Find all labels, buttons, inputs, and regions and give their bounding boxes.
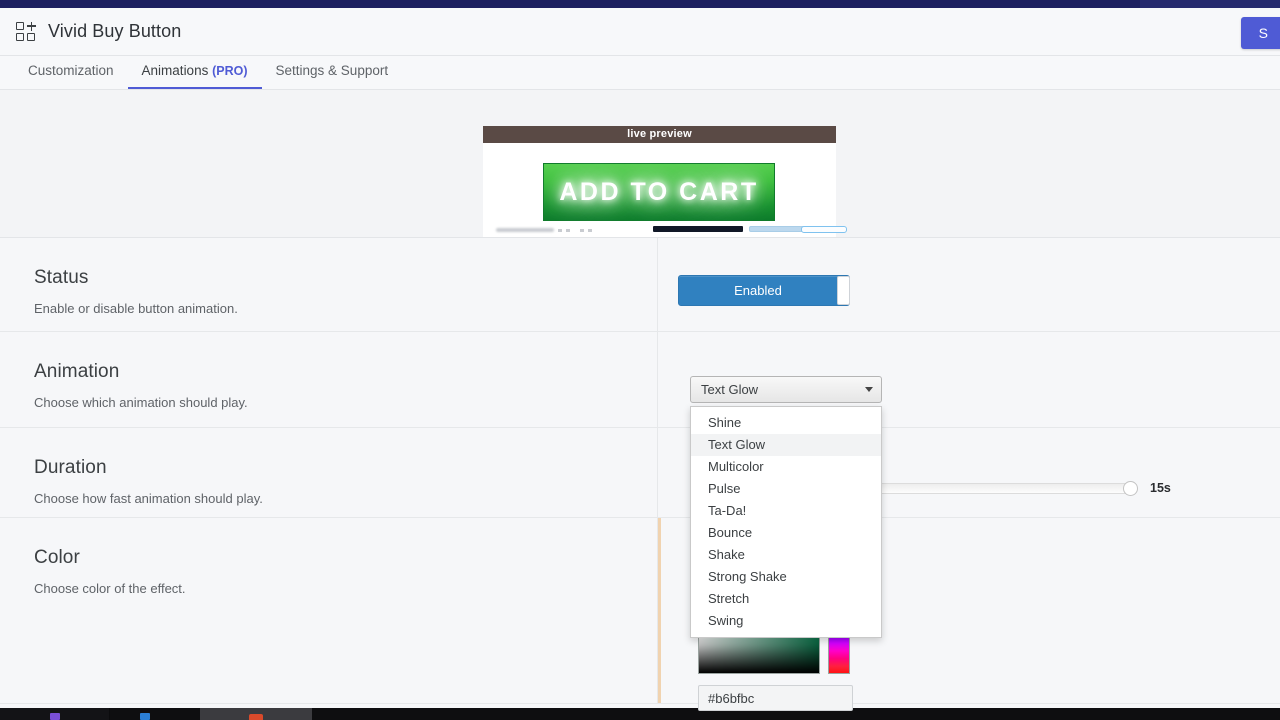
tab-animations-label: Animations (141, 63, 213, 78)
animation-option-stretch[interactable]: Stretch (691, 588, 881, 610)
animation-option-text-glow[interactable]: Text Glow (691, 434, 881, 456)
taskbar-active-window[interactable] (200, 708, 312, 720)
animation-option-multicolor[interactable]: Multicolor (691, 456, 881, 478)
row-status-title: Status (34, 267, 89, 288)
animation-select[interactable]: Text Glow (690, 376, 882, 403)
tab-customization[interactable]: Customization (14, 63, 128, 89)
row-duration-desc: Choose how fast animation should play. (34, 491, 263, 506)
row-status-desc: Enable or disable button animation. (34, 301, 238, 316)
tab-settings-support-label: Settings & Support (275, 63, 389, 78)
color-hue-slider[interactable] (828, 634, 850, 674)
preview-body: ADD TO CART (483, 143, 847, 237)
os-top-bar-segment (1140, 0, 1280, 8)
app-root: Vivid Buy Button S Customization Animati… (0, 0, 1280, 720)
tab-customization-label: Customization (28, 63, 114, 78)
color-hex-input[interactable] (698, 685, 853, 711)
animation-option-strong-shake[interactable]: Strong Shake (691, 566, 881, 588)
animation-option-shake[interactable]: Shake (691, 544, 881, 566)
row-color-desc: Choose color of the effect. (34, 581, 186, 596)
preview-add-to-cart-button[interactable]: ADD TO CART (543, 163, 775, 221)
app-header: Vivid Buy Button S (0, 8, 1280, 56)
row-duration-title: Duration (34, 457, 107, 478)
row-status: Status Enable or disable button animatio… (0, 238, 1280, 332)
duration-slider-handle[interactable] (1123, 480, 1138, 496)
os-taskbar (0, 708, 1280, 720)
taskbar-icon[interactable] (140, 713, 150, 720)
row-animation: Animation Choose which animation should … (0, 332, 1280, 428)
animation-dropdown-list[interactable]: Shine Text Glow Multicolor Pulse Ta-Da! Bounc… (690, 406, 882, 638)
taskbar-app-icon (249, 714, 263, 720)
animation-option-bounce[interactable]: Bounce (691, 522, 881, 544)
row-color-title: Color (34, 547, 80, 568)
settings-rows: Status Enable or disable button animatio… (0, 238, 1280, 711)
row-duration-left: Duration Choose how fast animation shoul… (0, 428, 658, 517)
row-animation-title: Animation (34, 361, 120, 382)
preview-add-to-cart-label: ADD TO CART (559, 177, 759, 206)
row-color-left: Color Choose color of the effect. (0, 518, 658, 703)
color-picker-row (698, 634, 858, 674)
animation-option-swing[interactable]: Swing (691, 610, 881, 632)
status-toggle-label: Enabled (734, 283, 782, 298)
row-animation-desc: Choose which animation should play. (34, 395, 248, 410)
row-status-left: Status Enable or disable button animatio… (0, 238, 658, 331)
animation-option-shine[interactable]: Shine (691, 412, 881, 434)
duration-value-label: 15s (1150, 481, 1171, 495)
row-duration: Duration Choose how fast animation shoul… (0, 428, 1280, 518)
row-animation-left: Animation Choose which animation should … (0, 332, 658, 427)
os-top-bar (0, 0, 1280, 8)
grid-plus-icon (16, 21, 37, 42)
preview-card: live preview ADD TO CART (483, 126, 847, 237)
status-toggle[interactable]: Enabled (678, 275, 850, 306)
tab-bar: Customization Animations (PRO) Settings … (0, 56, 1280, 90)
chevron-down-icon (865, 387, 873, 392)
animation-option-ta-da[interactable]: Ta-Da! (691, 500, 881, 522)
preview-header-label: live preview (483, 126, 836, 143)
preview-partial-row (496, 226, 847, 236)
taskbar-icon[interactable] (50, 713, 60, 720)
save-button[interactable]: S (1240, 17, 1280, 49)
status-toggle-knob[interactable] (837, 276, 850, 305)
animation-option-pulse[interactable]: Pulse (691, 478, 881, 500)
page-title: Vivid Buy Button (48, 21, 182, 41)
animation-select-value: Text Glow (701, 382, 759, 397)
tab-settings-support[interactable]: Settings & Support (262, 63, 403, 89)
live-preview-panel: live preview ADD TO CART (0, 90, 1280, 238)
color-picker (698, 634, 858, 711)
color-saturation-area[interactable] (698, 634, 820, 674)
app-brand: Vivid Buy Button (0, 21, 181, 42)
pro-badge: (PRO) (212, 64, 248, 78)
row-color: Color Choose color of the effect. (0, 518, 1280, 704)
tab-animations[interactable]: Animations (PRO) (127, 63, 262, 89)
